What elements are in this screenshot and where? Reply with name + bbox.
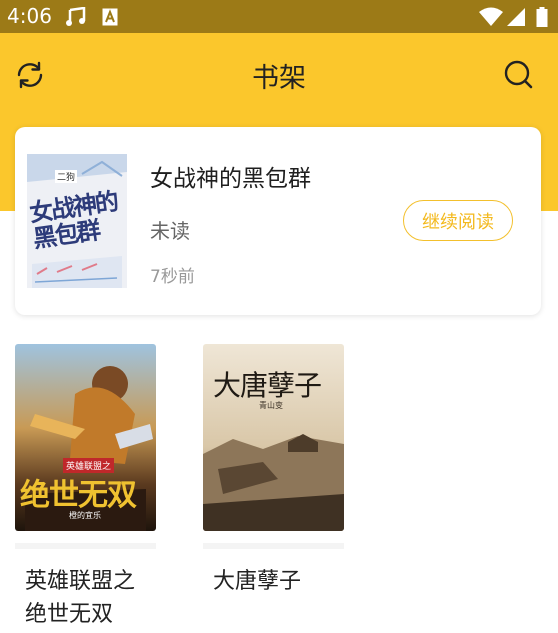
continue-reading-button[interactable]: 继续阅读 bbox=[403, 200, 513, 241]
book-item[interactable]: 大唐孽子 青山变 大唐孽子 bbox=[203, 344, 344, 598]
page-title: 书架 bbox=[252, 63, 306, 94]
recent-book-card[interactable]: 二狗 女战神的黑包群 女战神的黑包群 未读 7秒前 继续阅读 bbox=[15, 127, 541, 315]
battery-icon bbox=[535, 7, 549, 27]
cover-author: 青山变 bbox=[259, 401, 283, 410]
status-time: 4:06 bbox=[7, 4, 52, 28]
shelf-divider bbox=[15, 543, 156, 549]
read-status: 未读 bbox=[150, 219, 190, 243]
cover-title: 绝世无双 bbox=[20, 478, 137, 513]
music-note-icon bbox=[64, 7, 88, 27]
book-item[interactable]: 英雄联盟之 绝世无双 橙的宜乐 英雄联盟之绝世无双 bbox=[15, 344, 156, 631]
last-read-time: 7秒前 bbox=[150, 267, 195, 287]
cover-author: 橙的宜乐 bbox=[69, 511, 101, 520]
book-title: 英雄联盟之绝世无双 bbox=[25, 569, 136, 627]
a-letter-icon bbox=[101, 7, 119, 27]
recent-book-cover[interactable]: 二狗 女战神的黑包群 bbox=[27, 154, 127, 288]
search-icon[interactable] bbox=[501, 58, 535, 92]
status-bar: 4:06 bbox=[0, 0, 558, 33]
book-title: 大唐孽子 bbox=[213, 569, 302, 594]
signal-icon bbox=[505, 7, 527, 27]
cover-title: 大唐孽子 bbox=[213, 369, 322, 402]
book-cover[interactable]: 大唐孽子 青山变 bbox=[203, 344, 344, 531]
recent-book-title: 女战神的黑包群 bbox=[150, 166, 311, 192]
shelf-divider bbox=[203, 543, 344, 549]
wifi-icon bbox=[478, 7, 504, 27]
book-cover[interactable]: 英雄联盟之 绝世无双 橙的宜乐 bbox=[15, 344, 156, 531]
cover-author: 二狗 bbox=[55, 170, 78, 183]
